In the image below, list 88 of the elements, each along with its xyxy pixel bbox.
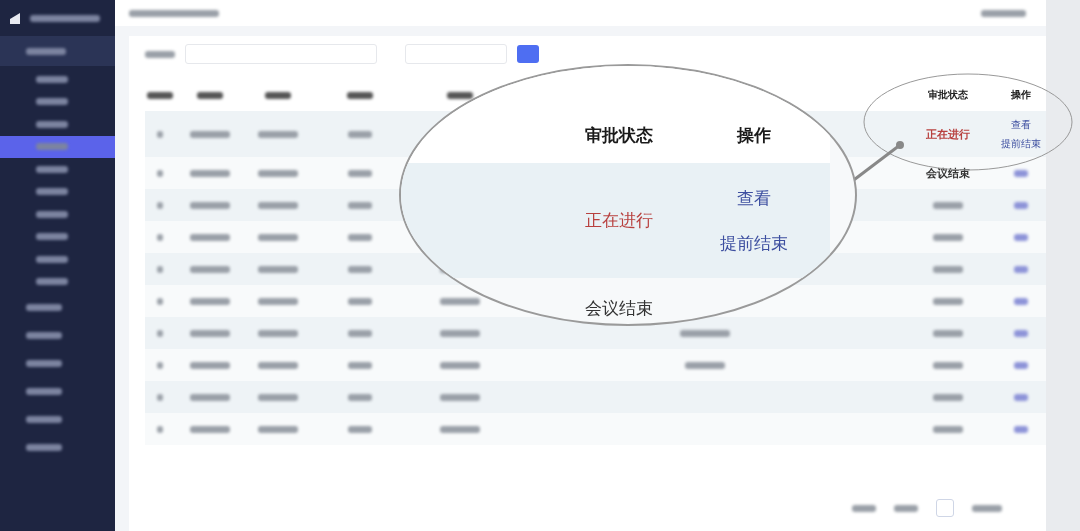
status-text: 会议结束 — [585, 296, 653, 320]
blurred-text — [157, 425, 163, 433]
blurred-text — [440, 425, 480, 433]
blurred-text — [157, 297, 163, 305]
blurred-text — [264, 91, 291, 99]
blurred-text — [190, 201, 230, 209]
blurred-text — [348, 329, 372, 337]
blurred-text — [348, 265, 372, 273]
blurred-text — [157, 329, 163, 337]
action-link[interactable]: 提前结束 — [720, 231, 788, 255]
status-text: 正在进行 — [585, 209, 653, 232]
column-header: 操作 — [737, 124, 771, 147]
blurred-text — [348, 425, 372, 433]
blurred-text — [190, 393, 230, 401]
blurred-text — [932, 329, 963, 337]
blurred-text — [932, 265, 963, 273]
blurred-text — [932, 361, 963, 369]
column-header: 审批状态 — [585, 124, 653, 147]
blurred-text — [145, 50, 175, 58]
blurred-text — [348, 233, 372, 241]
blurred-text — [347, 91, 373, 99]
blurred-text — [932, 297, 963, 305]
blurred-text — [257, 201, 298, 209]
blurred-text — [157, 393, 163, 401]
action-link[interactable]: 查看 — [1010, 117, 1031, 132]
blurred-text — [440, 329, 480, 337]
blurred-text — [257, 169, 298, 177]
blurred-text — [257, 329, 298, 337]
blurred-text — [680, 329, 730, 337]
blurred-text — [932, 425, 963, 433]
blurred-text — [447, 91, 473, 99]
blurred-link[interactable] — [1013, 425, 1028, 433]
blurred-text — [348, 169, 372, 177]
blurred-text — [932, 233, 963, 241]
blurred-text — [257, 393, 298, 401]
blurred-link[interactable] — [1013, 169, 1028, 177]
blurred-text — [190, 297, 230, 305]
blurred-link[interactable] — [1013, 233, 1028, 241]
column-header: 操作 — [1010, 88, 1031, 102]
blurred-text — [157, 361, 163, 369]
blurred-text — [190, 329, 230, 337]
search-field[interactable] — [405, 44, 507, 64]
logo-icon — [8, 11, 22, 25]
blurred-text — [157, 265, 163, 273]
blurred-text — [932, 393, 963, 401]
blurred-text — [190, 425, 230, 433]
blurred-text — [440, 297, 480, 305]
blurred-text — [440, 393, 480, 401]
blurred-text — [190, 130, 230, 138]
blurred-text — [190, 233, 230, 241]
blurred-link[interactable] — [1013, 361, 1028, 369]
blurred-link[interactable] — [1013, 329, 1028, 337]
blurred-text — [348, 393, 372, 401]
blurred-text — [348, 201, 372, 209]
blurred-text — [197, 91, 223, 99]
blurred-text — [257, 130, 298, 138]
blurred-text — [685, 361, 725, 369]
blurred-text — [190, 265, 230, 273]
column-header: 审批状态 — [927, 88, 968, 102]
action-link[interactable]: 提前结束 — [1000, 136, 1041, 151]
blurred-text — [157, 233, 163, 241]
blurred-text — [348, 361, 372, 369]
action-link[interactable]: 查看 — [737, 186, 771, 210]
blurred-text — [30, 14, 100, 22]
blurred-text — [157, 130, 163, 138]
status-text: 会议结束 — [925, 165, 970, 181]
blurred-text — [257, 297, 298, 305]
status-text: 正在进行 — [925, 126, 970, 142]
blurred-text — [932, 201, 963, 209]
blurred-text — [190, 361, 230, 369]
blurred-text — [348, 297, 372, 305]
blurred-text — [257, 425, 298, 433]
blurred-link[interactable] — [1013, 201, 1028, 209]
blurred-text — [257, 233, 298, 241]
blurred-text — [157, 201, 163, 209]
blurred-text — [440, 361, 480, 369]
blurred-link[interactable] — [1013, 393, 1028, 401]
blurred-text — [257, 265, 298, 273]
blurred-text — [257, 361, 298, 369]
blurred-text — [147, 91, 173, 99]
menu-group[interactable] — [0, 36, 115, 66]
blurred-link[interactable] — [1013, 297, 1028, 305]
date-range-field[interactable] — [185, 44, 377, 64]
menu-item[interactable] — [0, 135, 115, 158]
blurred-text — [190, 169, 230, 177]
blurred-text — [157, 169, 163, 177]
blurred-link[interactable] — [1013, 265, 1028, 273]
blurred-text — [348, 130, 372, 138]
